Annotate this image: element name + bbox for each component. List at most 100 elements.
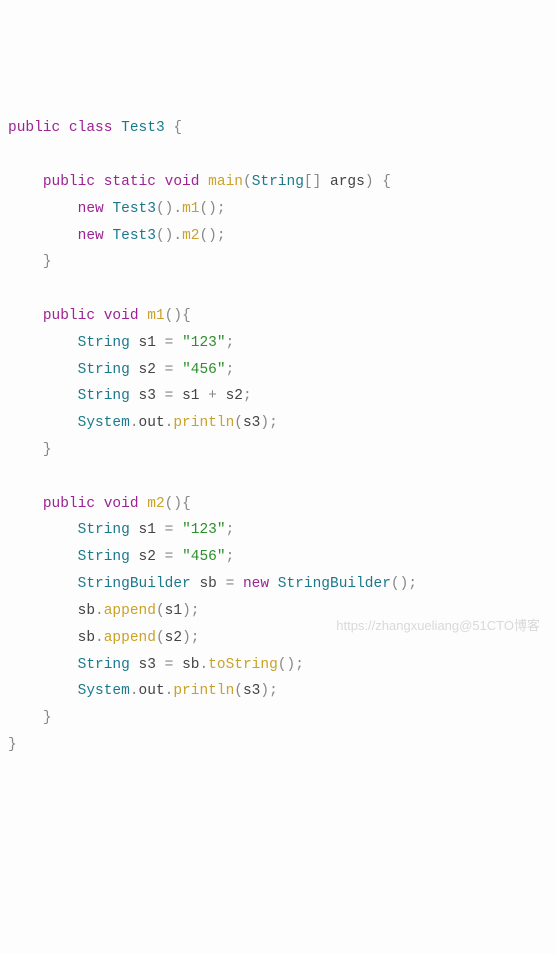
var-s1: s1 <box>165 603 182 619</box>
var-s1: s1 <box>139 335 156 351</box>
paren-open: ( <box>156 228 165 244</box>
paren-close: ) <box>208 228 217 244</box>
equals: = <box>165 657 174 673</box>
semicolon: ; <box>243 388 252 404</box>
dot: . <box>173 228 182 244</box>
method-m1: m1 <box>147 308 164 324</box>
param-args: args <box>330 174 365 190</box>
brace-close: } <box>43 254 52 270</box>
method-append: append <box>104 603 156 619</box>
class-string: String <box>78 388 130 404</box>
class-test3: Test3 <box>112 201 156 217</box>
method-m1: m1 <box>182 201 199 217</box>
var-s1: s1 <box>139 522 156 538</box>
class-stringbuilder: StringBuilder <box>78 576 191 592</box>
paren-open: ( <box>199 201 208 217</box>
semicolon: ; <box>191 630 200 646</box>
paren-open: ( <box>199 228 208 244</box>
semicolon: ; <box>269 683 278 699</box>
keyword-void: void <box>104 496 139 512</box>
paren-close: ) <box>208 201 217 217</box>
class-string: String <box>78 335 130 351</box>
brace-open: { <box>182 308 191 324</box>
paren-close: ) <box>182 630 191 646</box>
paren-close: ) <box>400 576 409 592</box>
keyword-public: public <box>8 120 60 136</box>
dot: . <box>199 657 208 673</box>
keyword-new: new <box>78 201 104 217</box>
var-s1: s1 <box>182 388 199 404</box>
keyword-new: new <box>78 228 104 244</box>
dot: . <box>95 603 104 619</box>
equals: = <box>165 549 174 565</box>
paren-close: ) <box>365 174 374 190</box>
bracket-close: ] <box>313 174 322 190</box>
brace-open: { <box>382 174 391 190</box>
semicolon: ; <box>226 362 235 378</box>
equals: = <box>165 388 174 404</box>
method-tostring: toString <box>208 657 278 673</box>
var-s3: s3 <box>243 415 260 431</box>
class-string: String <box>252 174 304 190</box>
var-s3: s3 <box>139 388 156 404</box>
equals: = <box>165 522 174 538</box>
keyword-static: static <box>104 174 156 190</box>
brace-close: } <box>43 442 52 458</box>
equals: = <box>165 362 174 378</box>
class-string: String <box>78 522 130 538</box>
semicolon: ; <box>226 549 235 565</box>
var-sb: sb <box>199 576 216 592</box>
method-println: println <box>173 683 234 699</box>
brace-open: { <box>182 496 191 512</box>
keyword-new: new <box>243 576 269 592</box>
paren-close: ) <box>260 415 269 431</box>
field-out: out <box>139 415 165 431</box>
paren-close: ) <box>182 603 191 619</box>
brace-open: { <box>173 120 182 136</box>
paren-open: ( <box>156 630 165 646</box>
equals: = <box>226 576 235 592</box>
string-literal: "123" <box>182 335 226 351</box>
paren-close: ) <box>287 657 296 673</box>
class-string: String <box>78 549 130 565</box>
dot: . <box>130 415 139 431</box>
var-sb: sb <box>78 630 95 646</box>
brace-close: } <box>8 737 17 753</box>
method-m2: m2 <box>182 228 199 244</box>
semicolon: ; <box>269 415 278 431</box>
dot: . <box>165 683 174 699</box>
var-s2: s2 <box>139 549 156 565</box>
paren-open: ( <box>278 657 287 673</box>
class-name: Test3 <box>121 120 165 136</box>
var-s2: s2 <box>226 388 243 404</box>
brace-close: } <box>43 710 52 726</box>
paren-open: ( <box>234 415 243 431</box>
semicolon: ; <box>226 522 235 538</box>
dot: . <box>173 201 182 217</box>
code-block: public class Test3 { public static void … <box>8 115 548 759</box>
keyword-void: void <box>104 308 139 324</box>
semicolon: ; <box>226 335 235 351</box>
method-main: main <box>208 174 243 190</box>
class-system: System <box>78 683 130 699</box>
paren-open: ( <box>156 603 165 619</box>
paren-open: ( <box>243 174 252 190</box>
var-s3: s3 <box>139 657 156 673</box>
keyword-public: public <box>43 174 95 190</box>
class-string: String <box>78 362 130 378</box>
string-literal: "456" <box>182 362 226 378</box>
class-system: System <box>78 415 130 431</box>
bracket-open: [ <box>304 174 313 190</box>
semicolon: ; <box>191 603 200 619</box>
var-s2: s2 <box>165 630 182 646</box>
keyword-void: void <box>165 174 200 190</box>
class-test3: Test3 <box>112 228 156 244</box>
method-append: append <box>104 630 156 646</box>
paren-open: ( <box>234 683 243 699</box>
semicolon: ; <box>217 228 226 244</box>
semicolon: ; <box>408 576 417 592</box>
keyword-public: public <box>43 308 95 324</box>
var-sb: sb <box>78 603 95 619</box>
semicolon: ; <box>217 201 226 217</box>
dot: . <box>130 683 139 699</box>
